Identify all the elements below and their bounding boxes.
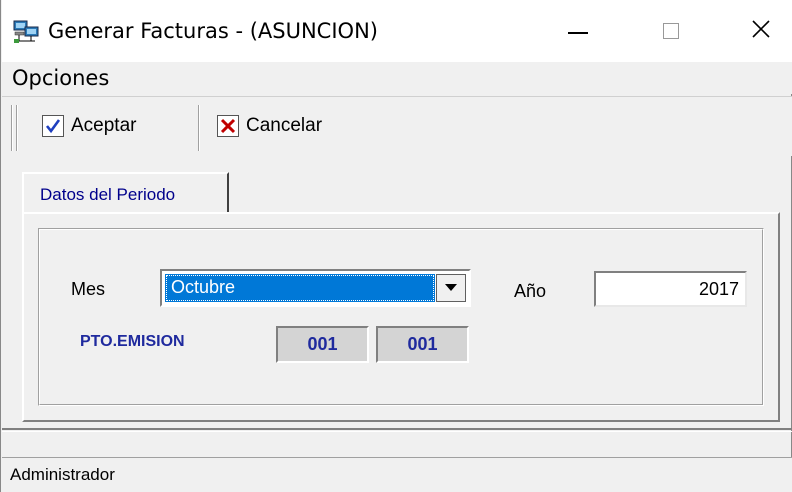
window: Generar Facturas - (ASUNCION) Opciones A…: [0, 0, 792, 492]
chevron-down-icon: [444, 279, 458, 297]
pto-emision-field-1: 001: [276, 326, 369, 363]
month-label: Mes: [71, 279, 106, 299]
minimize-icon: [568, 28, 588, 34]
pto-emision-field-2: 001: [376, 326, 469, 363]
divider: [2, 428, 792, 432]
close-icon: [751, 19, 771, 44]
computer-network-icon: [13, 20, 39, 44]
minimize-button[interactable]: [555, 8, 601, 54]
toolbar: Aceptar Cancelar: [2, 96, 792, 156]
year-label: Año: [514, 281, 547, 301]
pto-emision-label: PTO.EMISION: [80, 333, 185, 350]
title-bar: Generar Facturas - (ASUNCION): [2, 0, 792, 62]
form-group-frame-inner: [39, 229, 763, 405]
menu-item-opciones[interactable]: Opciones: [12, 66, 109, 90]
cancel-button[interactable]: Cancelar: [217, 109, 322, 143]
checkmark-icon: [42, 115, 64, 137]
close-button[interactable]: [738, 8, 784, 54]
cancel-label: Cancelar: [246, 115, 323, 136]
dropdown-button[interactable]: [436, 274, 466, 302]
status-user: Administrador: [10, 465, 115, 484]
maximize-button[interactable]: [648, 8, 694, 54]
month-select-value: Octubre: [165, 274, 435, 302]
menu-bar: Opciones: [2, 62, 792, 94]
window-title: Generar Facturas - (ASUNCION): [48, 19, 378, 43]
month-select[interactable]: Octubre: [160, 269, 471, 307]
status-bar: Administrador: [2, 457, 792, 492]
toolbar-grip: [16, 105, 18, 151]
maximize-icon: [663, 23, 679, 39]
tab-label: Datos del Periodo: [40, 185, 176, 204]
toolbar-separator: [198, 105, 200, 151]
x-mark-icon: [217, 115, 239, 137]
accept-label: Aceptar: [71, 115, 137, 136]
year-input[interactable]: 2017: [594, 271, 747, 307]
accept-button[interactable]: Aceptar: [42, 109, 136, 143]
toolbar-grip[interactable]: [11, 105, 13, 151]
tab-datos-del-periodo[interactable]: Datos del Periodo: [22, 172, 229, 212]
